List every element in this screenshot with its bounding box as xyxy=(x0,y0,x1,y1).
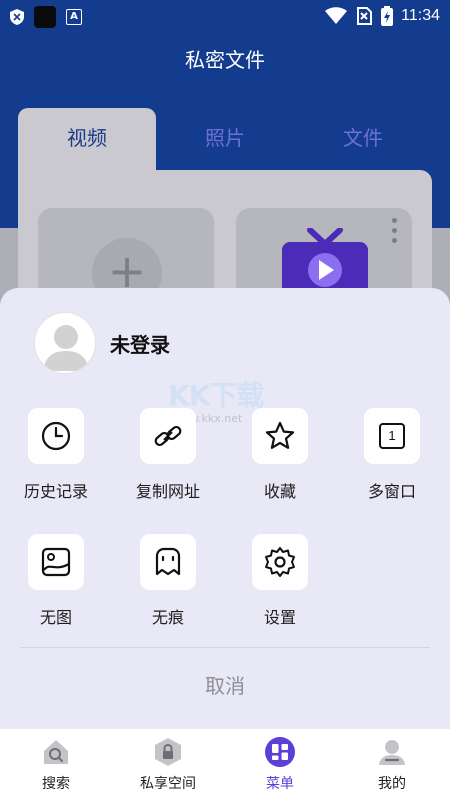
image-icon xyxy=(41,547,71,577)
divider xyxy=(20,647,430,648)
search-home-icon xyxy=(44,740,68,764)
cancel-button[interactable]: 取消 xyxy=(0,670,450,699)
menu-label: 收藏 xyxy=(263,482,296,501)
link-icon xyxy=(154,425,182,447)
default-avatar-icon xyxy=(43,325,89,371)
more-options-icon[interactable] xyxy=(392,218,400,248)
menu-label: 无图 xyxy=(39,608,72,627)
window-count-icon: 1 xyxy=(379,423,405,449)
menu-label: 复制网址 xyxy=(135,482,200,501)
menu-item-copy-url[interactable]: 复制网址 xyxy=(112,408,224,502)
tab-file[interactable]: 文件 xyxy=(294,108,432,170)
menu-item-settings[interactable]: 设置 xyxy=(224,534,336,628)
menu-label: 无痕 xyxy=(151,608,184,627)
tab-photo[interactable]: 照片 xyxy=(156,108,294,170)
tab-bar: 视频 照片 文件 xyxy=(18,108,432,170)
nav-item-search[interactable]: 搜索 xyxy=(0,737,112,793)
shield-icon xyxy=(10,9,24,25)
app-notification-icon xyxy=(34,6,56,28)
no-sim-icon xyxy=(357,7,373,25)
bottom-nav: 搜索 私享空间 菜单 我的 xyxy=(0,728,450,800)
status-bar: A 11:34 xyxy=(0,0,450,32)
lock-icon xyxy=(155,738,181,766)
menu-grid-icon xyxy=(272,744,288,760)
menu-sheet: 未登录 KK下载 www.kkx.net 历史记录 复制网址 收藏 1 多窗口 … xyxy=(0,288,450,728)
a-box-icon: A xyxy=(66,9,82,25)
login-status[interactable]: 未登录 xyxy=(110,329,170,358)
menu-item-incognito[interactable]: 无痕 xyxy=(112,534,224,628)
nav-label: 私享空间 xyxy=(140,776,196,792)
nav-label: 我的 xyxy=(378,776,406,792)
wifi-icon xyxy=(325,7,348,24)
nav-label: 搜索 xyxy=(42,776,70,792)
clock-time: 11:34 xyxy=(401,7,440,24)
menu-item-history[interactable]: 历史记录 xyxy=(0,408,112,502)
menu-item-multi-window[interactable]: 1 多窗口 xyxy=(336,408,448,502)
user-row[interactable]: 未登录 xyxy=(34,312,170,374)
profile-icon xyxy=(379,740,405,765)
nav-label: 菜单 xyxy=(266,776,294,792)
page-title: 私密文件 xyxy=(185,48,265,72)
menu-item-no-image[interactable]: 无图 xyxy=(0,534,112,628)
star-icon xyxy=(265,421,295,449)
nav-item-menu[interactable]: 菜单 xyxy=(224,737,336,793)
menu-label: 多窗口 xyxy=(367,482,416,501)
battery-charging-icon xyxy=(381,6,394,26)
clock-icon xyxy=(41,421,71,451)
tab-video[interactable]: 视频 xyxy=(18,108,156,170)
menu-label: 设置 xyxy=(263,608,296,627)
menu-item-favorites[interactable]: 收藏 xyxy=(224,408,336,502)
nav-item-private-space[interactable]: 私享空间 xyxy=(112,737,224,793)
nav-item-profile[interactable]: 我的 xyxy=(336,737,448,793)
avatar[interactable] xyxy=(34,312,96,374)
menu-label: 历史记录 xyxy=(23,482,88,501)
gear-icon xyxy=(265,547,295,577)
ghost-icon xyxy=(155,547,181,576)
